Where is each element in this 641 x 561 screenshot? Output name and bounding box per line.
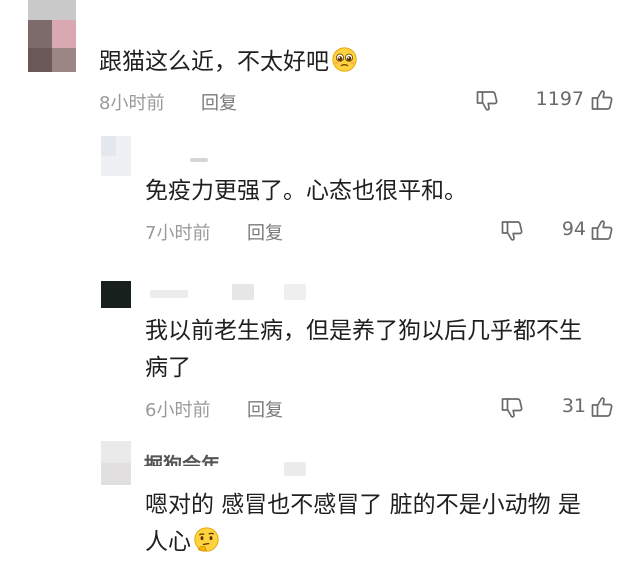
username-redacted (150, 290, 188, 298)
comment-text-line: 嗯对的 感冒也不感冒了 脏的不是小动物 是 (145, 492, 581, 518)
reply-button[interactable]: 回复 (201, 89, 237, 115)
comment-time: 6小时前 (145, 400, 211, 421)
username-partial: 掘狗会年 (144, 454, 221, 466)
thumbs-up-icon[interactable] (590, 88, 614, 112)
comment-text-line: 我以前老生病，但是养了狗以后几乎都不生 (145, 318, 582, 344)
reply-button[interactable]: 回复 (247, 396, 283, 422)
avatar[interactable] (28, 0, 76, 72)
like-count: 94 (561, 218, 586, 240)
pleading-face-emoji (332, 47, 357, 72)
thumbs-down-icon[interactable] (500, 396, 524, 420)
thinking-face-emoji (194, 527, 219, 552)
avatar[interactable] (101, 281, 131, 308)
reply-button[interactable]: 回复 (247, 219, 283, 245)
comment-time: 8小时前 (99, 93, 165, 114)
username-redacted (232, 284, 254, 300)
thumbs-down-icon[interactable] (475, 89, 499, 113)
comment-time: 7小时前 (145, 223, 211, 244)
avatar[interactable] (101, 441, 131, 485)
comment-text: 跟猫这么近，不太好吧 (99, 44, 358, 81)
like-count: 1197 (535, 88, 584, 110)
comment-text: 免疫力更强了。心态也很平和。 (145, 178, 467, 204)
avatar[interactable] (101, 136, 131, 176)
username-redacted (284, 284, 306, 300)
comment-text-content: 跟猫这么近，不太好吧 (99, 49, 329, 75)
thumbs-down-icon[interactable] (500, 219, 524, 243)
comment-text-line: 病了 (145, 355, 191, 381)
thumbs-up-icon[interactable] (590, 395, 614, 419)
username-redacted (190, 158, 208, 162)
comment-text: 人心 (145, 524, 220, 561)
like-count: 31 (561, 395, 586, 417)
comment-text-content: 人心 (145, 529, 191, 555)
username-redacted (284, 462, 306, 476)
thumbs-up-icon[interactable] (590, 218, 614, 242)
